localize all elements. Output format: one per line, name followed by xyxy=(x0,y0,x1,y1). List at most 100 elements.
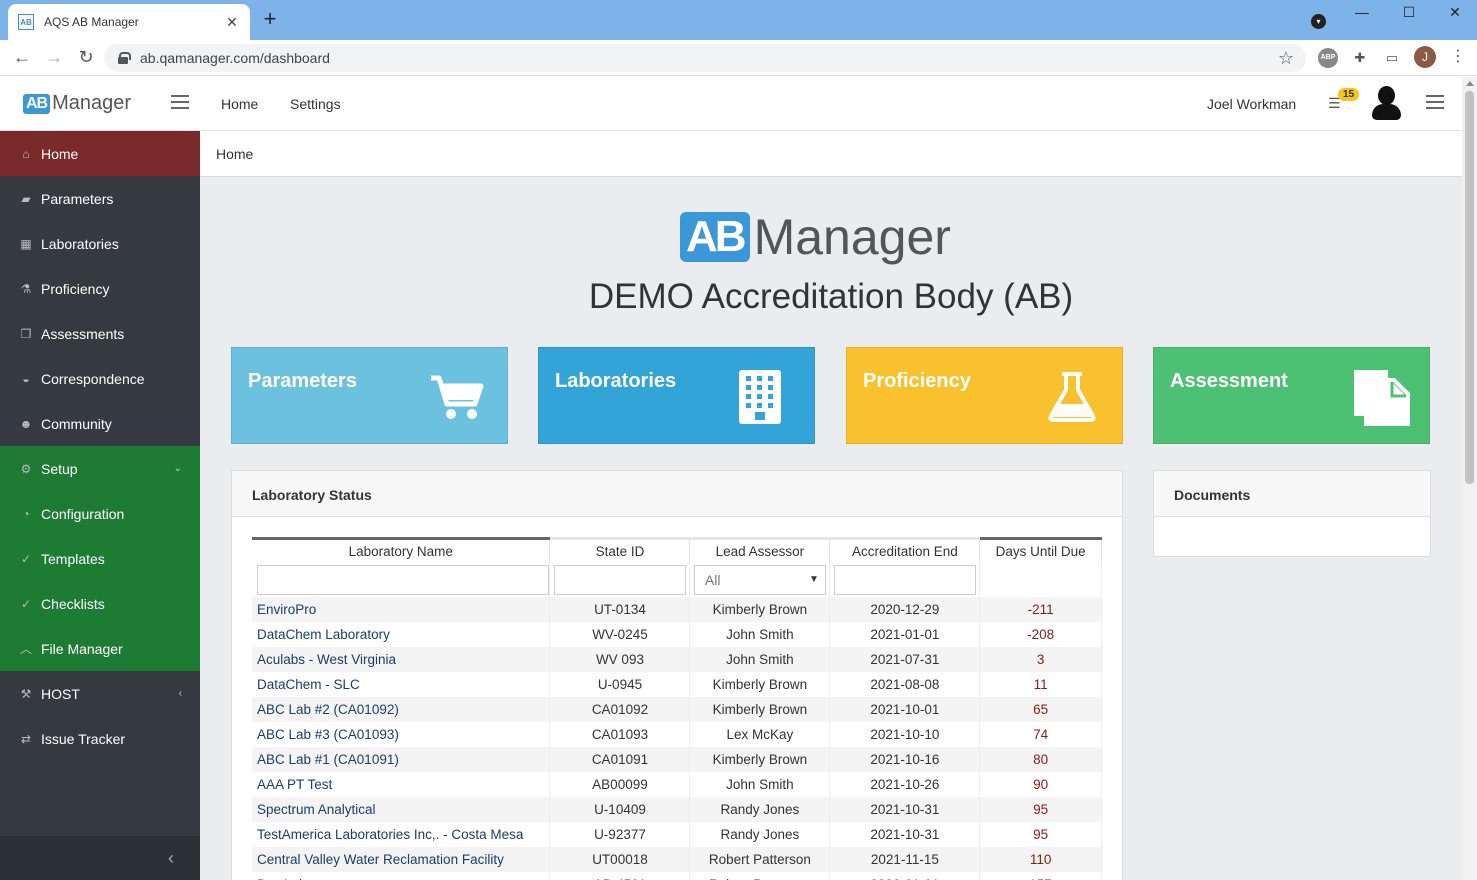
table-row[interactable]: Bay LaboratoryAB-4501Robert Patterson202… xyxy=(252,871,1102,880)
table-row[interactable]: ABC Lab #2 (CA01092) CA01092 Kimberly Brow… xyxy=(252,696,1102,722)
table-row[interactable]: DataChem - SLC U-0945 Kimberly Brown 2021-0… xyxy=(252,671,1102,697)
laboratory-name-cell[interactable]: Aculabs - West Virginia xyxy=(252,646,551,672)
table-row[interactable]: Aculabs - West Virginia WV 093 John Smith 2… xyxy=(252,646,1102,672)
sidebar-collapse-button[interactable]: ‹ xyxy=(0,836,200,880)
state-id-cell: UT-0134 xyxy=(549,596,691,622)
bookmark-star-icon[interactable]: ☆ xyxy=(1278,48,1294,69)
sidebar-item-proficiency[interactable]: ⚗ Proficiency xyxy=(0,266,200,311)
sidebar-item-parameters[interactable]: ▰ Parameters xyxy=(0,176,200,221)
sidebar-item-community[interactable]: ☻ Community xyxy=(0,401,200,446)
tile-assessment[interactable]: Assessment xyxy=(1153,347,1430,444)
user-name[interactable]: Joel Workman xyxy=(1207,96,1296,112)
lead-assessor-cell: John Smith xyxy=(689,646,831,672)
state-id-cell: CA01091 xyxy=(549,746,691,772)
browser-tab[interactable]: AB AQS AB Manager ✕ xyxy=(8,4,250,40)
minimize-icon[interactable]: — xyxy=(1347,4,1377,20)
sidebar-item-laboratories[interactable]: ▦ Laboratories xyxy=(0,221,200,266)
lead-assessor-cell: Kimberly Brown xyxy=(689,671,831,697)
accreditation-end-filter[interactable] xyxy=(833,564,976,595)
scroll-thumb[interactable] xyxy=(1465,91,1474,484)
laboratory-name-cell[interactable]: Bay Laboratory xyxy=(252,871,551,880)
accreditation-end-cell: 2021-10-26 xyxy=(829,771,981,797)
scroll-up-icon[interactable] xyxy=(1466,81,1474,86)
table-row[interactable]: TestAmerica Laboratories Inc,. - Costa M… xyxy=(252,821,1102,847)
sidebar-item-label: Checklists xyxy=(41,595,105,612)
sidebar-item-label: Proficiency xyxy=(41,280,110,297)
sidebar-item-correspondence[interactable]: ◒ Correspondence xyxy=(0,356,200,401)
tab-search-icon[interactable]: ▾ xyxy=(1311,14,1326,29)
close-tab-icon[interactable]: ✕ xyxy=(224,14,240,31)
table-row[interactable]: ABC Lab #3 (CA01093) CA01093 Lex McKay 2021… xyxy=(252,721,1102,747)
laboratory-name-cell[interactable]: EnviroPro xyxy=(252,596,551,622)
table-row[interactable]: Central Valley Water Reclamation Facilit… xyxy=(252,846,1102,872)
accreditation-end-cell: 2020-12-29 xyxy=(829,596,981,622)
user-avatar[interactable] xyxy=(1371,84,1401,122)
laboratory-name-cell[interactable]: Spectrum Analytical xyxy=(252,796,551,822)
sidebar-item-home[interactable]: ⌂ Home xyxy=(0,131,200,176)
state-id-filter[interactable] xyxy=(553,564,686,595)
sidebar-item-setup[interactable]: ⚙ Setup ⌄ xyxy=(0,446,200,491)
column-header-lead-assessor[interactable]: Lead Assessor xyxy=(689,537,831,563)
header-nav-home[interactable]: Home xyxy=(221,96,258,112)
state-id-cell: U-92377 xyxy=(549,821,691,847)
address-bar: ← → ↻ ab.qamanager.com/dashboard ☆ ABP ✚… xyxy=(0,40,1477,76)
laboratory-name-cell[interactable]: ABC Lab #1 (CA01091) xyxy=(252,746,551,772)
sidebar-item-assessments[interactable]: ❐ Assessments xyxy=(0,311,200,356)
sidebar-item-checklists[interactable]: ✓ Checklists xyxy=(0,581,200,626)
reload-icon[interactable]: ↻ xyxy=(74,46,98,70)
tile-parameters[interactable]: Parameters xyxy=(231,347,508,444)
url-field[interactable]: ab.qamanager.com/dashboard ☆ xyxy=(104,44,1306,72)
accreditation-end-cell: 2021-08-08 xyxy=(829,671,981,697)
table-row[interactable]: DataChem Laboratory WV-0245 John Smith 2021… xyxy=(252,621,1102,647)
brand-logo[interactable]: AB Manager xyxy=(23,92,131,115)
panel-title: Documents xyxy=(1154,471,1430,517)
table-row[interactable]: EnviroPro UT-0134 Kimberly Brown 2020-12-29… xyxy=(252,596,1102,622)
laboratory-name-cell[interactable]: DataChem - SLC xyxy=(252,671,551,697)
lead-assessor-filter[interactable]: All ▼ xyxy=(693,564,826,595)
column-header-laboratory-name[interactable]: Laboratory Name xyxy=(252,537,551,563)
lock-icon xyxy=(118,52,131,64)
sidebar-item-host[interactable]: ⚒ HOST ‹ xyxy=(0,671,200,716)
sidebar-item-file-manager[interactable]: ︿ File Manager xyxy=(0,626,200,671)
days-until-due-cell: -211 xyxy=(979,596,1102,622)
lead-assessor-cell: Kimberly Brown xyxy=(689,596,831,622)
accreditation-end-cell: 2021-10-10 xyxy=(829,721,981,747)
sidebar-item-configuration[interactable]: ◔ Configuration xyxy=(0,491,200,536)
sidebar-toggle-icon[interactable] xyxy=(171,95,189,109)
column-header-days-until-due[interactable]: Days Until Due xyxy=(979,537,1102,563)
page-scrollbar[interactable] xyxy=(1462,77,1477,880)
forward-icon[interactable]: → xyxy=(42,46,66,70)
cast-icon[interactable]: ▭ xyxy=(1382,48,1402,68)
extensions-icon[interactable]: ✚ xyxy=(1350,48,1370,68)
laboratory-name-filter[interactable] xyxy=(257,564,549,595)
panel-title: Laboratory Status xyxy=(232,471,1122,517)
column-header-state-id[interactable]: State ID xyxy=(549,537,691,563)
table-row[interactable]: AAA PT Test AB00099 John Smith 2021-10-26 90 xyxy=(252,771,1102,797)
laboratory-name-cell[interactable]: Central Valley Water Reclamation Facilit… xyxy=(252,846,551,872)
new-tab-button[interactable]: + xyxy=(258,8,282,32)
laboratory-name-cell[interactable]: TestAmerica Laboratories Inc,. - Costa M… xyxy=(252,821,551,847)
laboratory-name-cell[interactable]: AAA PT Test xyxy=(252,771,551,797)
back-icon[interactable]: ← xyxy=(10,46,34,70)
laboratory-name-cell[interactable]: ABC Lab #2 (CA01092) xyxy=(252,696,551,722)
flask-icon xyxy=(1048,372,1096,422)
header-nav-settings[interactable]: Settings xyxy=(290,96,341,112)
table-row[interactable]: ABC Lab #1 (CA01091) CA01091 Kimberly Brow… xyxy=(252,746,1102,772)
sidebar-item-issue-tracker[interactable]: ⇄ Issue Tracker xyxy=(0,716,200,761)
browser-menu-icon[interactable]: ⋮ xyxy=(1450,46,1466,66)
accreditation-end-cell: 2021-10-16 xyxy=(829,746,981,772)
tile-proficiency[interactable]: Proficiency xyxy=(846,347,1123,444)
browser-profile-avatar[interactable]: J xyxy=(1414,46,1436,68)
tile-laboratories[interactable]: Laboratories xyxy=(538,347,815,444)
url-text: ab.qamanager.com/dashboard xyxy=(140,50,330,66)
table-row[interactable]: Spectrum Analytical U-10409 Randy Jones 202… xyxy=(252,796,1102,822)
sidebar-item-templates[interactable]: ✓ Templates xyxy=(0,536,200,581)
laboratory-name-cell[interactable]: ABC Lab #3 (CA01093) xyxy=(252,721,551,747)
maximize-icon[interactable]: ☐ xyxy=(1394,4,1424,21)
adblock-extension-icon[interactable]: ABP xyxy=(1318,48,1338,68)
sidebar-item-label: Parameters xyxy=(41,190,114,207)
column-header-accreditation-end[interactable]: Accreditation End xyxy=(829,537,981,563)
laboratory-name-cell[interactable]: DataChem Laboratory xyxy=(252,621,551,647)
right-menu-icon[interactable] xyxy=(1426,95,1444,109)
close-window-icon[interactable]: ✕ xyxy=(1440,4,1470,21)
